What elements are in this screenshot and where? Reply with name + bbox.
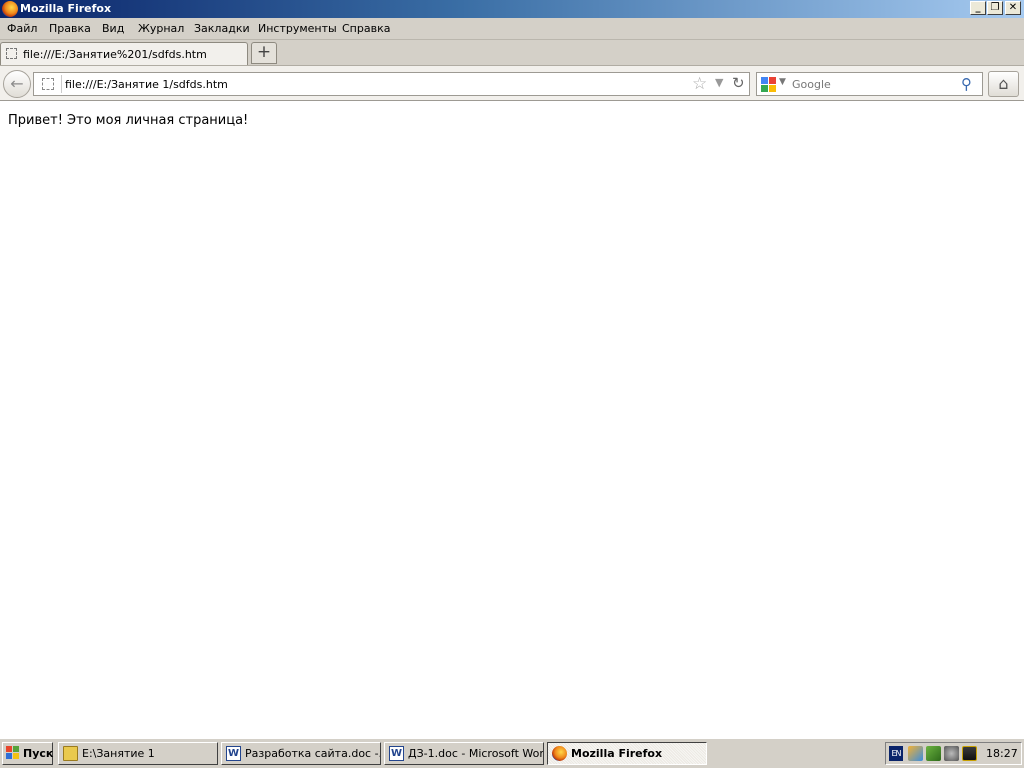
- menu-tools[interactable]: Инструменты: [258, 22, 337, 35]
- menu-view[interactable]: Вид: [102, 22, 124, 35]
- tab-strip: file:///E:/Занятие%201/sdfds.htm +: [0, 40, 1024, 65]
- word-icon: W: [226, 746, 241, 761]
- search-bar[interactable]: ▼ ⚲: [756, 72, 983, 96]
- address-bar[interactable]: ☆ ▼ ↻: [33, 72, 750, 96]
- window-titlebar[interactable]: Mozilla Firefox _ ❐ ✕: [0, 0, 1024, 18]
- windows-flag-icon: [6, 746, 20, 760]
- taskbar-button-firefox[interactable]: Mozilla Firefox: [547, 742, 707, 765]
- word-icon: W: [389, 746, 404, 761]
- bookmark-star-icon[interactable]: ☆: [692, 74, 707, 94]
- engine-dropdown-icon[interactable]: ▼: [779, 77, 786, 87]
- reload-icon[interactable]: ↻: [732, 74, 745, 92]
- new-tab-button[interactable]: +: [251, 42, 277, 64]
- system-tray: EN 18:27: [885, 742, 1022, 765]
- blank-page-icon: [6, 48, 17, 59]
- navigation-toolbar: ← ☆ ▼ ↻ ▼ ⚲ ⌂: [0, 65, 1024, 101]
- url-input[interactable]: [65, 76, 685, 92]
- taskbar-button-explorer[interactable]: E:\Занятие 1: [58, 742, 218, 765]
- home-button[interactable]: ⌂: [988, 71, 1019, 97]
- search-input[interactable]: [792, 76, 957, 92]
- page-greeting-text: Привет! Это моя личная страница!: [8, 113, 249, 128]
- start-button[interactable]: Пуск: [2, 742, 53, 765]
- site-identity-icon[interactable]: [42, 78, 54, 90]
- firefox-icon: [2, 1, 18, 17]
- menu-file[interactable]: Файл: [7, 22, 37, 35]
- network-icon[interactable]: [908, 746, 923, 761]
- safely-remove-icon[interactable]: [926, 746, 941, 761]
- language-indicator[interactable]: EN: [889, 746, 903, 761]
- window-title: Mozilla Firefox: [20, 2, 112, 15]
- search-icon[interactable]: ⚲: [961, 75, 972, 93]
- url-separator: [61, 75, 62, 93]
- taskbar-button-word-doc1[interactable]: W Разработка сайта.doc -...: [221, 742, 381, 765]
- menu-help[interactable]: Справка: [342, 22, 390, 35]
- page-content: Привет! Это моя личная страница!: [0, 101, 1024, 738]
- restore-button[interactable]: ❐: [987, 1, 1003, 15]
- tab-label: file:///E:/Занятие%201/sdfds.htm: [23, 48, 207, 61]
- taskbar-button-label: Разработка сайта.doc -...: [245, 747, 381, 760]
- monitor-icon[interactable]: [962, 746, 977, 761]
- taskbar-button-label: ДЗ-1.doc - Microsoft Word: [408, 747, 544, 760]
- start-label: Пуск: [23, 747, 54, 760]
- clock: 18:27: [986, 747, 1018, 760]
- volume-icon[interactable]: [944, 746, 959, 761]
- taskbar: Пуск E:\Занятие 1 W Разработка сайта.doc…: [0, 738, 1024, 768]
- url-history-dropdown-icon[interactable]: ▼: [715, 76, 723, 89]
- folder-icon: [63, 746, 78, 761]
- taskbar-button-label: E:\Занятие 1: [82, 747, 155, 760]
- tab-sdfds[interactable]: file:///E:/Занятие%201/sdfds.htm: [0, 42, 248, 65]
- close-button[interactable]: ✕: [1005, 1, 1021, 15]
- back-button[interactable]: ←: [3, 70, 31, 98]
- firefox-icon: [552, 746, 567, 761]
- taskbar-button-word-doc2[interactable]: W ДЗ-1.doc - Microsoft Word: [384, 742, 544, 765]
- menu-bar: Файл Правка Вид Журнал Закладки Инструме…: [0, 18, 1024, 40]
- menu-edit[interactable]: Правка: [49, 22, 91, 35]
- menu-history[interactable]: Журнал: [138, 22, 184, 35]
- minimize-button[interactable]: _: [970, 1, 986, 15]
- taskbar-button-label: Mozilla Firefox: [571, 747, 663, 760]
- menu-bookmarks[interactable]: Закладки: [194, 22, 250, 35]
- google-engine-icon[interactable]: [761, 77, 776, 92]
